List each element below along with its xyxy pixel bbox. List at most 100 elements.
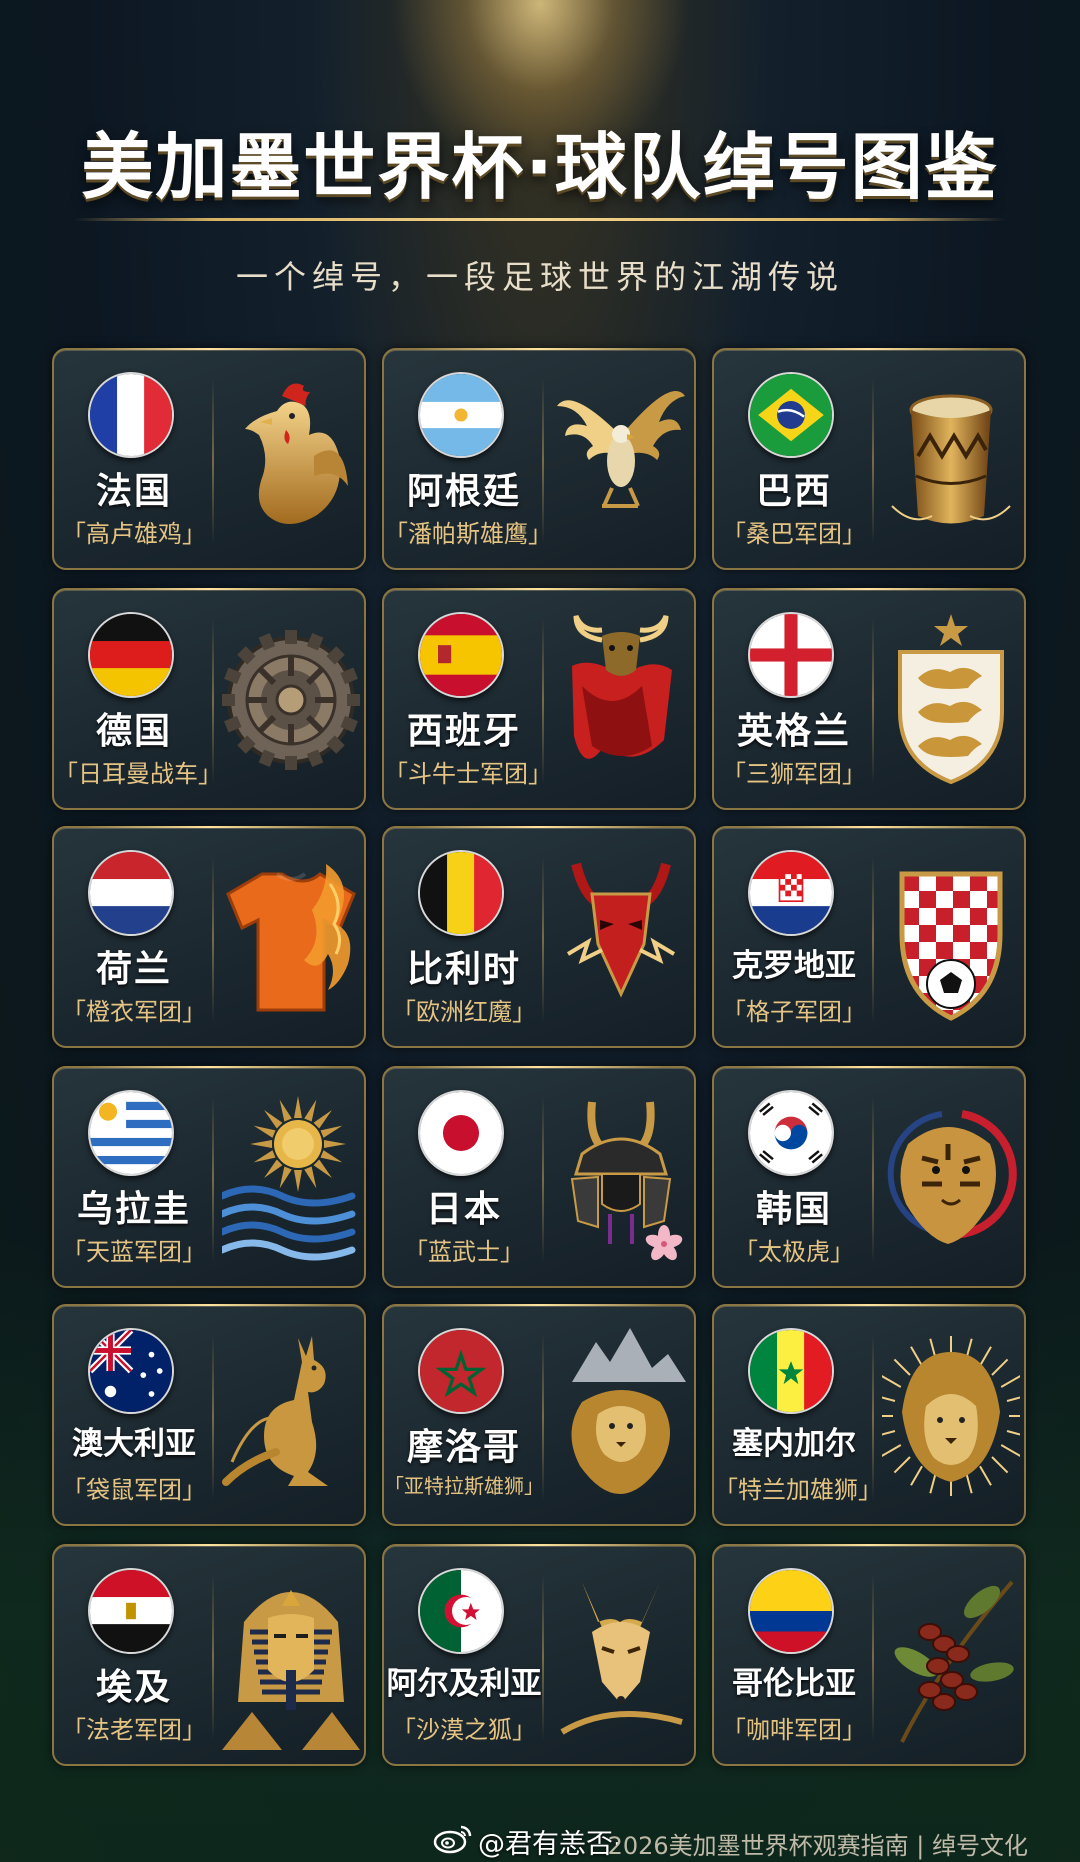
team-country-name: 荷兰: [95, 949, 172, 990]
uruguay-flag-icon: [88, 1090, 174, 1176]
checkered-shield-icon: [882, 844, 1020, 1032]
team-nickname: 「三狮军团」: [722, 760, 866, 788]
title-divider: [74, 218, 1006, 221]
team-nickname: 「天蓝军团」: [62, 1238, 206, 1266]
argentina-flag-icon: [418, 372, 504, 458]
netherlands-flag-icon: [88, 850, 174, 936]
team-card: 澳大利亚「袋鼠军团」: [52, 1304, 366, 1526]
team-country-name: 巴西: [755, 471, 832, 512]
team-country-name: 德国: [95, 711, 172, 752]
france-flag-icon: [88, 372, 174, 458]
team-card: 德国「日耳曼战车」: [52, 588, 366, 810]
gear-wheel-icon: [222, 606, 360, 794]
kangaroo-icon: [222, 1322, 360, 1510]
team-card: 乌拉圭 「天蓝军团」: [52, 1066, 366, 1288]
japan-flag-icon: [418, 1090, 504, 1176]
samurai-helmet-icon: [552, 1084, 690, 1272]
korea-flag-icon: [748, 1090, 834, 1176]
team-nickname: 「咖啡军团」: [722, 1716, 866, 1744]
card-divider: [542, 1574, 544, 1740]
three-lions-shield-icon: [882, 606, 1020, 794]
team-grid: 法国「高卢雄鸡」 阿根廷「潘帕斯雄鹰」 巴西 「桑巴军团」 德国「日耳曼战车」 西…: [52, 348, 1028, 1768]
team-country-name: 英格兰: [736, 711, 851, 752]
team-country-name: 埃及: [95, 1667, 172, 1708]
team-card: 哥伦比亚「咖啡军团」: [712, 1544, 1026, 1766]
team-nickname: 「亚特拉斯雄狮」: [384, 1474, 544, 1498]
team-card: 塞内加尔「特兰加雄狮」: [712, 1304, 1026, 1526]
team-nickname: 「法老军团」: [62, 1716, 206, 1744]
card-divider: [542, 618, 544, 784]
eagle-icon: [552, 366, 690, 554]
morocco-flag-icon: [418, 1328, 504, 1414]
team-country-name: 克罗地亚: [732, 948, 856, 984]
page-title: 美加墨世界杯·球队绰号图鉴: [81, 125, 999, 209]
team-country-name: 澳大利亚: [72, 1426, 196, 1462]
team-card: 日本 「蓝武士」: [382, 1066, 696, 1288]
team-card: 荷兰 「橙衣军团」: [52, 826, 366, 1048]
spain-flag-icon: [418, 612, 504, 698]
rooster-icon: [222, 366, 360, 554]
team-card: 比利时 「欧洲红魔」: [382, 826, 696, 1048]
sun-waves-icon: [222, 1084, 360, 1272]
tiger-icon: [882, 1084, 1020, 1272]
team-card: 摩洛哥「亚特拉斯雄狮」: [382, 1304, 696, 1526]
team-card: 英格兰 「三狮军团」: [712, 588, 1026, 810]
team-country-name: 日本: [425, 1189, 502, 1230]
author-handle: @君有恙否·: [478, 1829, 622, 1860]
card-divider: [872, 1096, 874, 1262]
team-country-name: 摩洛哥: [406, 1427, 521, 1468]
australia-flag-icon: [88, 1328, 174, 1414]
samba-drum-icon: [882, 366, 1020, 554]
team-nickname: 「日耳曼战车」: [54, 760, 222, 788]
team-country-name: 比利时: [406, 949, 521, 990]
card-divider: [872, 1334, 874, 1500]
red-devil-icon: [552, 844, 690, 1032]
team-card: 巴西 「桑巴军团」: [712, 348, 1026, 570]
croatia-flag-icon: [748, 850, 834, 936]
team-country-name: 法国: [95, 471, 172, 512]
team-nickname: 「橙衣军团」: [62, 998, 206, 1026]
coffee-beans-icon: [882, 1562, 1020, 1750]
team-card: 阿根廷「潘帕斯雄鹰」: [382, 348, 696, 570]
team-country-name: 哥伦比亚: [732, 1666, 856, 1702]
team-nickname: 「太极虎」: [734, 1238, 854, 1266]
team-nickname: 「潘帕斯雄鹰」: [384, 520, 552, 548]
team-country-name: 乌拉圭: [76, 1189, 191, 1230]
team-nickname: 「蓝武士」: [404, 1238, 524, 1266]
card-divider: [542, 856, 544, 1022]
card-divider: [212, 378, 214, 544]
card-divider: [212, 1096, 214, 1262]
card-divider: [212, 618, 214, 784]
orange-jersey-icon: [222, 844, 360, 1032]
brazil-flag-icon: [748, 372, 834, 458]
team-nickname: 「高卢雄鸡」: [62, 520, 206, 548]
egypt-flag-icon: [88, 1568, 174, 1654]
team-card: 韩国 「太极虎」: [712, 1066, 1026, 1288]
team-country-name: 韩国: [755, 1189, 832, 1230]
card-divider: [212, 1334, 214, 1500]
colombia-flag-icon: [748, 1568, 834, 1654]
card-divider: [872, 378, 874, 544]
team-nickname: 「斗牛士军团」: [384, 760, 552, 788]
team-card: 法国 「高卢雄鸡」: [52, 348, 366, 570]
team-nickname: 「袋鼠军团」: [62, 1476, 206, 1504]
team-country-name: 西班牙: [406, 711, 521, 752]
lion-icon: [882, 1322, 1020, 1510]
card-divider: [542, 1334, 544, 1500]
footer: @君有恙否· 2026美加墨世界杯观赛指南 | 绰号文化: [0, 1820, 1080, 1862]
footer-caption: 2026美加墨世界杯观赛指南 | 绰号文化: [607, 1832, 1028, 1860]
card-divider: [872, 618, 874, 784]
team-country-name: 阿尔及利亚: [386, 1666, 542, 1702]
team-country-name: 塞内加尔: [732, 1426, 856, 1462]
card-divider: [542, 378, 544, 544]
germany-flag-icon: [88, 612, 174, 698]
team-nickname: 「沙漠之狐」: [392, 1716, 536, 1744]
senegal-flag-icon: [748, 1328, 834, 1414]
bull-cape-icon: [552, 606, 690, 794]
card-divider: [212, 1574, 214, 1740]
card-divider: [542, 1096, 544, 1262]
england-flag-icon: [748, 612, 834, 698]
team-nickname: 「特兰加雄狮」: [714, 1476, 882, 1504]
card-divider: [872, 856, 874, 1022]
team-country-name: 阿根廷: [406, 471, 521, 512]
